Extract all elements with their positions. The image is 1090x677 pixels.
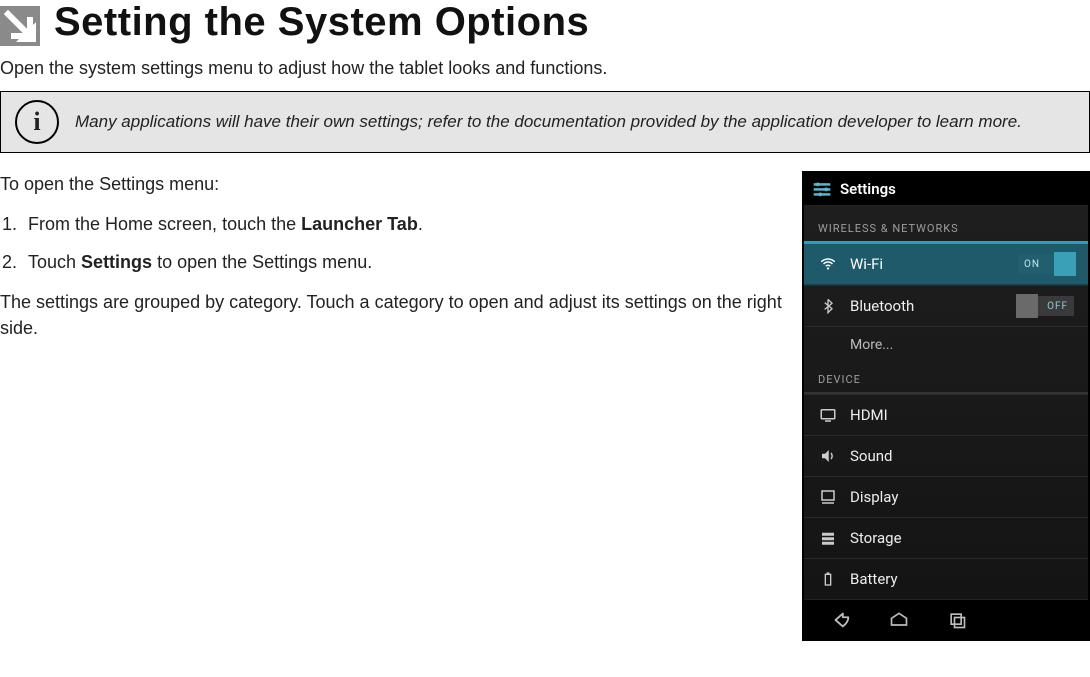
section-wireless-label: WIRELESS & NETWORKS: [804, 212, 1088, 241]
storage-icon: [818, 528, 838, 548]
hdmi-icon: [818, 405, 838, 425]
row-bluetooth-label: Bluetooth: [850, 297, 1006, 315]
row-display-label: Display: [850, 488, 1074, 506]
step-1: From the Home screen, touch the Launcher…: [22, 211, 784, 237]
wifi-toggle[interactable]: ON: [1018, 254, 1074, 274]
settings-app-icon: [812, 179, 832, 199]
battery-icon: [818, 569, 838, 589]
step-1-bold: Launcher Tab: [301, 214, 418, 234]
row-display[interactable]: Display: [804, 476, 1088, 517]
row-sound[interactable]: Sound: [804, 435, 1088, 476]
step-2: Touch Settings to open the Settings menu…: [22, 249, 784, 275]
nav-home-button[interactable]: [884, 609, 914, 631]
page-title: Setting the System Options: [54, 0, 589, 45]
info-icon: i: [15, 100, 59, 144]
nav-back-button[interactable]: [826, 609, 856, 631]
section-arrow-icon: [0, 6, 40, 46]
settings-titlebar: Settings: [804, 173, 1088, 206]
step-1-prefix: From the Home screen, touch the: [28, 214, 301, 234]
settings-list: WIRELESS & NETWORKS Wi-Fi ON: [804, 206, 1088, 599]
followup-paragraph: The settings are grouped by category. To…: [0, 289, 784, 341]
section-device-label: DEVICE: [804, 363, 1088, 392]
row-storage[interactable]: Storage: [804, 517, 1088, 558]
row-hdmi[interactable]: HDMI: [804, 394, 1088, 435]
nav-bar: [804, 599, 1088, 639]
step-2-prefix: Touch: [28, 252, 81, 272]
steps-list: From the Home screen, touch the Launcher…: [22, 211, 784, 275]
step-2-suffix: to open the Settings menu.: [152, 252, 372, 272]
wifi-icon: [818, 254, 838, 274]
wifi-toggle-text: ON: [1024, 259, 1040, 270]
display-icon: [818, 487, 838, 507]
row-more[interactable]: More...: [804, 326, 1088, 363]
settings-title-text: Settings: [840, 180, 896, 198]
step-1-suffix: .: [418, 214, 423, 234]
toggle-knob: [1054, 252, 1076, 276]
row-sound-label: Sound: [850, 447, 1074, 465]
bluetooth-icon: [818, 296, 838, 316]
bluetooth-toggle-text: OFF: [1047, 301, 1068, 312]
toggle-knob: [1016, 294, 1038, 318]
info-callout-text: Many applications will have their own se…: [75, 111, 1022, 134]
row-battery-label: Battery: [850, 570, 1074, 588]
nav-recent-button[interactable]: [942, 609, 972, 631]
lead-paragraph: To open the Settings menu:: [0, 171, 784, 197]
sound-icon: [818, 446, 838, 466]
bluetooth-toggle[interactable]: OFF: [1018, 296, 1074, 316]
info-callout: i Many applications will have their own …: [0, 91, 1090, 153]
row-more-label: More...: [850, 337, 1074, 353]
step-2-bold: Settings: [81, 252, 152, 272]
row-wifi-label: Wi-Fi: [850, 255, 1006, 273]
settings-screenshot: Settings WIRELESS & NETWORKS Wi-Fi ON: [802, 171, 1090, 641]
row-bluetooth[interactable]: Bluetooth OFF: [804, 285, 1088, 326]
intro-paragraph: Open the system settings menu to adjust …: [0, 58, 1090, 79]
row-hdmi-label: HDMI: [850, 406, 1074, 424]
row-wifi[interactable]: Wi-Fi ON: [804, 243, 1088, 285]
row-battery[interactable]: Battery: [804, 558, 1088, 599]
row-storage-label: Storage: [850, 529, 1074, 547]
